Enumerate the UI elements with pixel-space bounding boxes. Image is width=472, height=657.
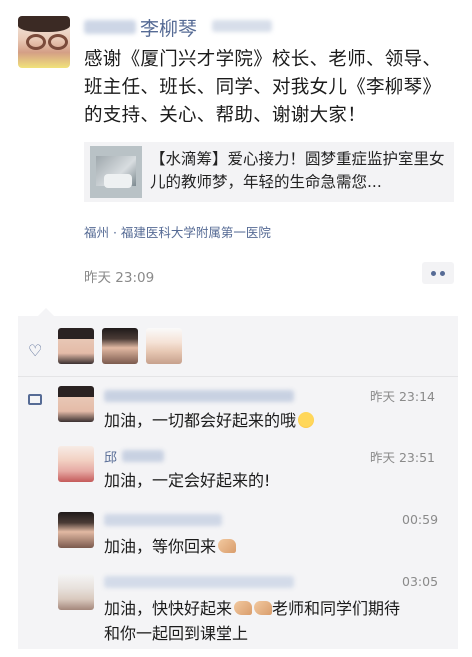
- comment-text: 加油，一定会好起来的!: [104, 471, 271, 490]
- commenter-name-blurred[interactable]: [104, 576, 294, 588]
- post-text: 感谢《厦门兴才学院》校长、老师、领导、班主任、班长、同学、对我女儿《李柳琴》的支…: [84, 49, 442, 126]
- comment-time: 昨天 23:14: [370, 389, 435, 404]
- heart-icon: ♡: [28, 341, 43, 360]
- moments-post-screen: 李柳琴 感谢《厦门兴才学院》校长、老师、领导、班主任、班长、同学、对我女儿《李柳…: [4, 4, 468, 649]
- commenter-name-blurred[interactable]: [122, 450, 164, 462]
- comment-text: 加油，快快好起来 老师和同学们期待 和你一起回到课堂上: [104, 599, 401, 643]
- shared-link-card[interactable]: 【水滴筹】爱心接力！圆梦重症监护室里女儿的教师梦，年轻的生命急需您...: [84, 142, 454, 202]
- like-avatar[interactable]: [146, 328, 182, 364]
- link-title: 【水滴筹】爱心接力！圆梦重症监护室里女儿的教师梦，年轻的生命急需您...: [150, 150, 445, 191]
- commenter-name-blurred[interactable]: [104, 390, 294, 402]
- comment-icon: [28, 394, 42, 405]
- commenter-avatar[interactable]: [58, 386, 94, 422]
- link-thumbnail: [90, 146, 142, 198]
- comment-text: 加油，一切都会好起来的哦: [104, 408, 315, 433]
- author-name-blurred-prefix: [84, 20, 136, 34]
- moment-post: 李柳琴 感谢《厦门兴才学院》校长、老师、领导、班主任、班长、同学、对我女儿《李柳…: [4, 4, 468, 304]
- flexed-arm-emoji: [218, 539, 237, 553]
- flexed-arm-emoji: [234, 601, 253, 615]
- author-name[interactable]: 李柳琴: [140, 14, 197, 41]
- author-avatar[interactable]: [18, 16, 70, 68]
- more-dots-icon[interactable]: [422, 262, 454, 284]
- comment-time: 03:05: [402, 574, 439, 589]
- commenter-name-blurred[interactable]: [104, 514, 222, 526]
- commenter-name[interactable]: 邱: [104, 447, 117, 466]
- divider: [18, 376, 458, 377]
- flexed-arm-emoji: [254, 601, 273, 615]
- author-name-blurred-suffix: [212, 20, 272, 32]
- like-avatar[interactable]: [58, 328, 94, 364]
- comment-text: 加油，等你回来: [104, 534, 237, 559]
- commenter-avatar[interactable]: [58, 512, 94, 548]
- post-time: 昨天 23:09: [84, 270, 155, 286]
- likes-comments-panel: ♡ 昨天 23:14 加油，一切都会好起来的哦 邱 昨天 23:51 加油，一定…: [18, 308, 458, 649]
- comment-time: 昨天 23:51: [370, 450, 435, 465]
- comment-time: 00:59: [402, 512, 439, 527]
- commenter-avatar[interactable]: [58, 446, 94, 482]
- post-location[interactable]: 福州 · 福建医科大学附属第一医院: [84, 222, 271, 241]
- like-avatar[interactable]: [102, 328, 138, 364]
- smile-face-emoji: [298, 412, 315, 428]
- commenter-avatar[interactable]: [58, 574, 94, 610]
